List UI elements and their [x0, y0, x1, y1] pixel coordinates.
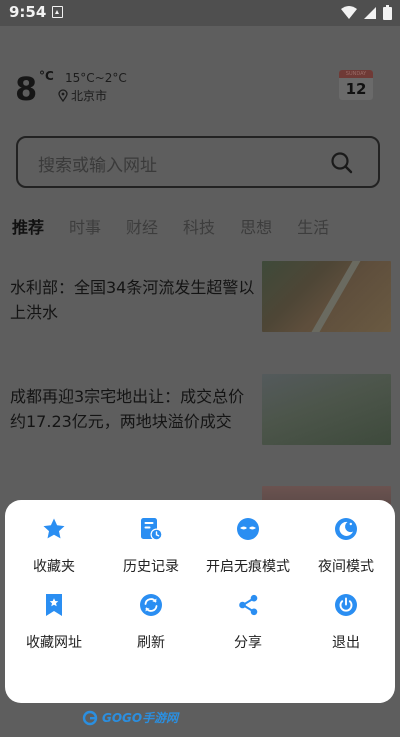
tab-finance[interactable]: 财经	[126, 214, 158, 238]
weather-temperature: 8	[15, 70, 38, 108]
share-button[interactable]: 分享	[199, 592, 297, 652]
tab-life[interactable]: 生活	[297, 214, 329, 238]
weather-unit: °C	[39, 69, 54, 83]
news-title: 成都再迎3宗宅地出让：成交总价约17.23亿元，两地块溢价成交	[10, 387, 245, 431]
history-label: 历史记录	[123, 559, 179, 575]
night-mode-label: 夜间模式	[318, 559, 374, 575]
search-icon[interactable]	[330, 151, 354, 175]
refresh-label: 刷新	[137, 635, 165, 651]
refresh-button[interactable]: 刷新	[102, 592, 200, 652]
refresh-icon	[140, 594, 162, 616]
weather-range: 15°C~2°C	[65, 71, 127, 85]
favorites-button[interactable]: 收藏夹	[5, 516, 103, 576]
notification-image-icon	[52, 6, 63, 18]
calendar-day: 12	[345, 80, 367, 98]
history-icon	[141, 518, 163, 541]
signal-icon	[364, 6, 376, 19]
wifi-icon	[341, 5, 357, 19]
search-input[interactable]: 搜索或输入网址	[16, 136, 380, 188]
calendar-widget[interactable]: SUNDAY 12	[339, 70, 373, 100]
browser-menu-sheet: 收藏夹 历史记录 开启无痕模式 夜间模式 收藏网址 刷新 分享 退出	[5, 500, 395, 703]
search-placeholder: 搜索或输入网址	[38, 156, 157, 176]
exit-label: 退出	[332, 635, 360, 651]
watermark-logo-icon	[82, 710, 98, 725]
location-name: 北京市	[71, 89, 108, 103]
history-button[interactable]: 历史记录	[102, 516, 200, 576]
news-thumbnail	[262, 374, 391, 445]
news-title: 水利部：全国34条河流发生超警以上洪水	[10, 278, 255, 322]
bookmark-url-label: 收藏网址	[26, 635, 82, 651]
category-tabs: 推荐 时事 财经 科技 思想 生活	[12, 214, 329, 238]
exit-button[interactable]: 退出	[297, 592, 395, 652]
star-icon	[43, 518, 65, 539]
location-pin-icon	[58, 89, 68, 102]
battery-icon	[383, 5, 392, 20]
watermark: GOGO手游网	[82, 709, 178, 726]
tab-thought[interactable]: 思想	[240, 214, 272, 238]
calendar-weekday: SUNDAY	[339, 70, 373, 78]
watermark-text: GOGO手游网	[102, 711, 179, 725]
bookmark-icon	[46, 594, 62, 616]
favorites-label: 收藏夹	[33, 559, 75, 575]
power-icon	[335, 594, 357, 616]
tab-recommend[interactable]: 推荐	[12, 214, 44, 238]
share-icon	[239, 594, 258, 616]
tab-technology[interactable]: 科技	[183, 214, 215, 238]
incognito-mode-button[interactable]: 开启无痕模式	[199, 516, 297, 576]
night-mode-icon	[335, 518, 357, 540]
bookmark-url-button[interactable]: 收藏网址	[5, 592, 103, 652]
status-bar: 9:54	[0, 0, 400, 26]
night-mode-button[interactable]: 夜间模式	[297, 516, 395, 576]
status-time: 9:54	[9, 3, 47, 21]
weather-location: 北京市	[58, 87, 107, 104]
news-thumbnail	[262, 261, 391, 332]
tab-current-affairs[interactable]: 时事	[69, 214, 101, 238]
incognito-mode-label: 开启无痕模式	[206, 559, 290, 575]
incognito-icon	[237, 518, 259, 540]
share-label: 分享	[234, 635, 262, 651]
